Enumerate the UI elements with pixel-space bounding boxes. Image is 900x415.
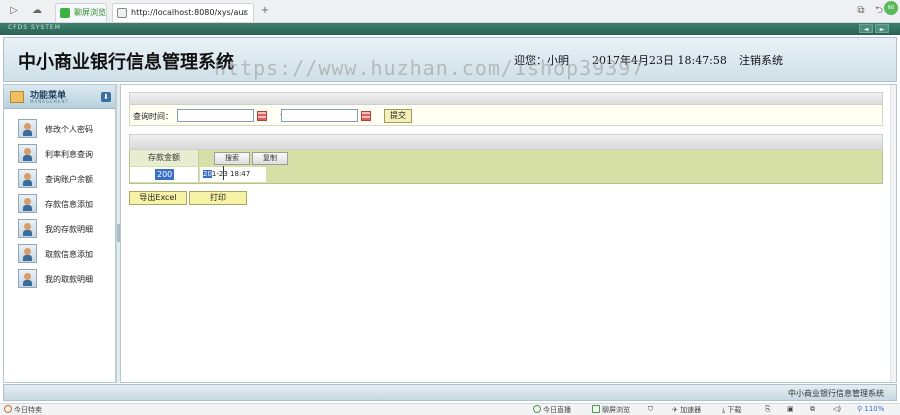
results-table: 存款金额 搜索 复制 200 201-23 18:47 — [129, 150, 883, 184]
speaker-icon[interactable]: ◁) — [833, 405, 841, 413]
image-icon[interactable]: ▣ — [787, 405, 794, 413]
time-cell[interactable]: 201-23 18:47 — [200, 167, 266, 182]
export-excel-button[interactable]: 导出Excel — [129, 191, 187, 205]
time-text: 1-23 18:47 — [211, 170, 251, 178]
user-icon — [18, 269, 37, 288]
pages-icon[interactable]: ⎘ — [765, 405, 771, 414]
sidebar-item-label: 我的存款明细 — [45, 225, 93, 234]
download-link[interactable]: ⤓ 下载 — [722, 405, 741, 415]
new-tab-button[interactable]: + — [258, 4, 272, 18]
sidebar-item-interest-query[interactable]: 利率利息查询 — [18, 144, 113, 164]
extension-badge[interactable]: 60 — [884, 1, 898, 15]
copy-button[interactable]: 复制 — [252, 152, 288, 165]
query-row: 查询时间： — 提交 — [129, 105, 883, 126]
menu-header: 功能菜单 MANAGEMENT ⬇ — [4, 85, 115, 109]
main-content: 查询时间： — 提交 存款金额 搜索 复制 200 201-23 18:47 导… — [120, 84, 897, 383]
calendar-icon[interactable] — [361, 111, 371, 121]
browser-tab-bar: ▷ ☁ 聊屏浏览 http://localhost:8080/xys/aus ×… — [0, 0, 900, 23]
user-icon — [18, 219, 37, 238]
submit-button[interactable]: 提交 — [384, 109, 412, 123]
search-button[interactable]: 搜索 — [214, 152, 250, 165]
collapse-menu-icon[interactable]: ⬇ — [101, 92, 111, 102]
accelerator-link[interactable]: ✈ 加速器 — [672, 405, 701, 415]
welcome-text: 迎您：小明 — [514, 54, 569, 67]
screen-browse-label: 聊屏浏览 — [602, 406, 630, 414]
app-footer: 中小商业银行信息管理系统 — [3, 384, 897, 401]
sidebar-item-label: 存款信息添加 — [45, 200, 93, 209]
user-icon — [18, 244, 37, 263]
query-panel-header — [129, 92, 883, 105]
prev-arrow-button[interactable]: ◄ — [859, 24, 873, 33]
accelerator-label: 加速器 — [680, 406, 702, 414]
screen-tab-icon — [60, 8, 70, 18]
shield-icon[interactable]: ⛉ — [648, 405, 653, 414]
rocket-icon: ✈ — [672, 406, 681, 414]
zoom-label: 110% — [864, 405, 885, 413]
user-icon — [18, 194, 37, 213]
column-header-amount: 存款金额 — [130, 150, 199, 166]
logout-link[interactable]: 注销系统 — [739, 52, 783, 68]
system-label: CFDS SYSTEM — [8, 24, 61, 31]
browser-status-bar: 今日特卖 今日直播 聊屏浏览 ⛉ ✈ 加速器 ⤓ 下载 ⎘ ▣ ⧉ ◁) ⚲ 1… — [0, 403, 900, 415]
play-icon — [533, 405, 541, 413]
sidebar-item-label: 利率利息查询 — [45, 150, 93, 159]
tab-label: 聊屏浏览 — [74, 8, 106, 17]
sidebar-item-label: 我的取款明细 — [45, 275, 93, 284]
tab-label: http://localhost:8080/xys/aus — [131, 8, 248, 17]
screen-browse-link[interactable]: 聊屏浏览 — [592, 405, 630, 415]
calendar-icon[interactable] — [257, 111, 267, 121]
results-panel-header — [129, 134, 883, 150]
sidebar: 功能菜单 MANAGEMENT ⬇ 修改个人密码 利率利息查询 查询账户余额 存… — [3, 84, 116, 383]
user-icon — [18, 169, 37, 188]
time-selected-text: 20 — [203, 170, 212, 178]
user-icon — [18, 119, 37, 138]
vertical-scrollbar[interactable] — [890, 85, 896, 382]
forward-icon[interactable]: ▷ — [7, 4, 21, 18]
today-sale-label: 今日特卖 — [14, 406, 42, 414]
app-title: 中小商业银行信息管理系统 — [18, 52, 234, 73]
sidebar-item-deposit-details[interactable]: 我的存款明细 — [18, 219, 113, 239]
menu-subtitle: MANAGEMENT — [30, 99, 69, 104]
tab-localhost[interactable]: http://localhost:8080/xys/aus × — [112, 3, 254, 22]
query-time-label: 查询时间： — [133, 112, 173, 121]
amount-cell[interactable]: 200 — [130, 167, 199, 182]
download-label: 下载 — [727, 406, 742, 414]
page-favicon-icon — [117, 8, 127, 18]
live-label: 今日直播 — [543, 406, 571, 414]
app-header: 中小商业银行信息管理系统 迎您：小明 2017年4月23日 18:47:58 注… — [3, 37, 897, 82]
amount-value: 200 — [155, 169, 175, 180]
print-button[interactable]: 打印 — [189, 191, 247, 205]
zoom-level[interactable]: ⚲ 110% — [857, 405, 884, 413]
menu-folder-icon — [10, 91, 24, 103]
sidebar-item-balance[interactable]: 查询账户余额 — [18, 169, 113, 189]
live-link[interactable]: 今日直播 — [533, 405, 571, 415]
today-sale-link[interactable]: 今日特卖 — [4, 405, 42, 415]
sidebar-item-change-password[interactable]: 修改个人密码 — [18, 119, 113, 139]
text-cursor-icon — [223, 166, 224, 180]
user-icon — [18, 144, 37, 163]
header-datetime: 2017年4月23日 18:47:58 — [592, 54, 727, 67]
start-date-input[interactable] — [177, 109, 254, 122]
next-arrow-button[interactable]: ► — [875, 24, 889, 33]
sidebar-item-label: 修改个人密码 — [45, 125, 93, 134]
end-date-input[interactable] — [281, 109, 358, 122]
footer-text: 中小商业银行信息管理系统 — [788, 389, 884, 398]
sidebar-item-add-deposit[interactable]: 存款信息添加 — [18, 194, 113, 214]
screen-icon — [592, 405, 600, 413]
copy-icon[interactable]: ⧉ — [810, 405, 815, 414]
window-restore-icon[interactable]: ⧉ — [855, 5, 867, 17]
sale-icon — [4, 405, 12, 413]
cloud-icon[interactable]: ☁ — [30, 4, 44, 18]
close-tab-icon[interactable]: × — [241, 4, 249, 22]
sidebar-item-withdrawal-details[interactable]: 我的取款明细 — [18, 269, 113, 289]
sidebar-item-label: 取款信息添加 — [45, 250, 93, 259]
sidebar-item-label: 查询账户余额 — [45, 175, 93, 184]
sidebar-item-add-withdrawal[interactable]: 取款信息添加 — [18, 244, 113, 264]
window-title-strip: CFDS SYSTEM ◄ ► — [0, 23, 900, 35]
tab-screen-browse[interactable]: 聊屏浏览 — [55, 3, 107, 22]
